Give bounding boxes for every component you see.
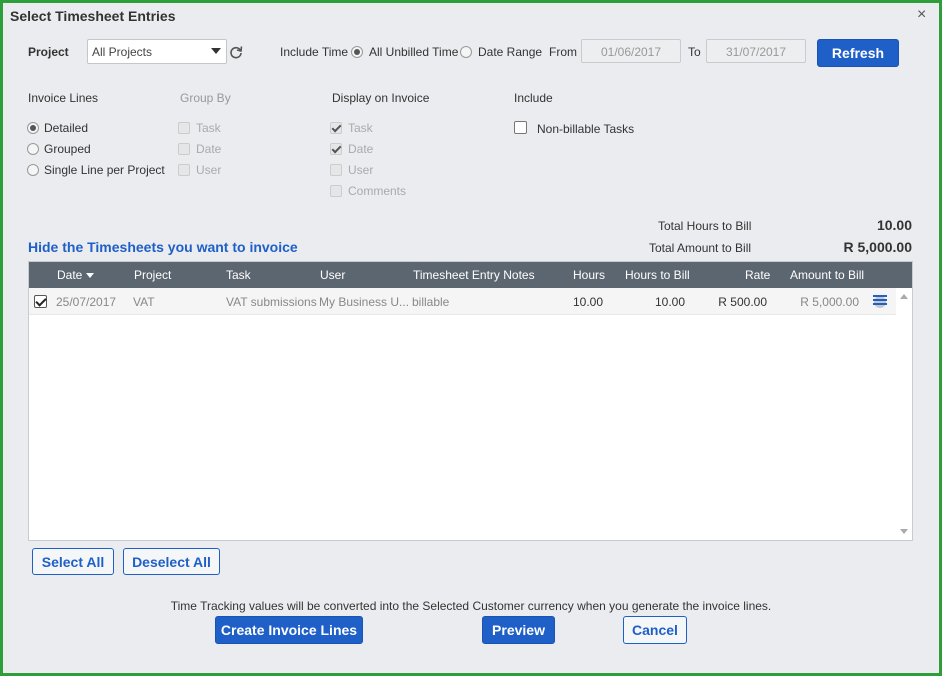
group-by-user-checkbox[interactable] (178, 164, 190, 176)
all-unbilled-radio[interactable] (351, 46, 363, 58)
preview-button[interactable]: Preview (482, 616, 555, 644)
non-billable-checkbox[interactable] (514, 121, 527, 134)
cell-hours: 10.00 (572, 295, 603, 309)
cell-notes: billable (412, 295, 450, 309)
invoice-lines-grouped-label: Grouped (44, 142, 91, 156)
cell-date: 25/07/2017 (56, 295, 117, 309)
column-header-hours-to-bill[interactable]: Hours to Bill (625, 268, 690, 282)
cell-task: VAT submissions (226, 295, 317, 309)
cancel-button[interactable]: Cancel (623, 616, 687, 644)
invoice-lines-single-label: Single Line per Project (44, 163, 165, 177)
column-header-user[interactable]: User (320, 268, 345, 282)
invoice-lines-grouped-radio[interactable] (27, 143, 39, 155)
row-menu-icon[interactable] (872, 293, 888, 309)
all-unbilled-label: All Unbilled Time (369, 45, 459, 59)
chevron-down-icon (211, 48, 221, 54)
deselect-all-button[interactable]: Deselect All (123, 548, 220, 575)
column-header-date[interactable]: Date (57, 268, 95, 282)
group-by-task-label: Task (196, 121, 221, 135)
non-billable-label: Non-billable Tasks (537, 122, 635, 136)
column-header-rate[interactable]: Rate (745, 268, 770, 282)
select-all-button[interactable]: Select All (32, 548, 114, 575)
project-select-value: All Projects (92, 45, 153, 59)
table-header: Date Project Task User Timesheet Entry N… (29, 262, 912, 288)
display-on-invoice-heading: Display on Invoice (332, 91, 430, 105)
invoice-lines-detailed-radio[interactable] (27, 122, 39, 134)
group-by-heading: Group By (180, 91, 231, 105)
include-heading: Include (514, 91, 553, 105)
column-header-date-label: Date (57, 268, 83, 282)
group-by-user-label: User (196, 163, 222, 177)
total-hours-value: 10.00 (876, 217, 912, 233)
display-user-checkbox[interactable] (330, 164, 342, 176)
project-label: Project (28, 45, 69, 59)
to-label: To (688, 45, 701, 59)
row-select-checkbox[interactable] (34, 295, 47, 308)
dialog-title: Select Timesheet Entries (10, 8, 176, 24)
cell-rate: R 500.00 (718, 295, 767, 309)
refresh-projects-icon[interactable] (229, 45, 243, 59)
display-comments-checkbox[interactable] (330, 185, 342, 197)
cell-user: My Business U... (319, 295, 410, 309)
display-task-label: Task (348, 121, 373, 135)
timesheet-table: Date Project Task User Timesheet Entry N… (28, 261, 913, 541)
to-date-input[interactable]: 31/07/2017 (706, 39, 806, 63)
date-range-radio[interactable] (460, 46, 472, 58)
from-date-input[interactable]: 01/06/2017 (581, 39, 681, 63)
total-amount-value: R 5,000.00 (843, 239, 913, 255)
scroll-up-icon[interactable] (900, 294, 908, 299)
from-label: From (549, 45, 577, 59)
group-by-date-label: Date (196, 142, 222, 156)
cell-project: VAT (133, 295, 155, 309)
display-comments-label: Comments (348, 184, 407, 198)
column-header-project[interactable]: Project (134, 268, 171, 282)
display-date-label: Date (348, 142, 374, 156)
invoice-lines-detailed-label: Detailed (44, 121, 89, 135)
section-title: Hide the Timesheets you want to invoice (28, 239, 298, 255)
column-header-task[interactable]: Task (226, 268, 251, 282)
table-row[interactable]: 25/07/2017 VAT VAT submissions My Busine… (29, 288, 896, 315)
cell-hours-to-bill: 10.00 (654, 295, 685, 309)
display-task-checkbox[interactable] (330, 122, 342, 134)
column-header-notes[interactable]: Timesheet Entry Notes (413, 268, 535, 282)
display-user-label: User (348, 163, 374, 177)
display-date-checkbox[interactable] (330, 143, 342, 155)
create-invoice-lines-button[interactable]: Create Invoice Lines (215, 616, 363, 644)
scroll-down-icon[interactable] (900, 529, 908, 534)
currency-note: Time Tracking values will be converted i… (170, 599, 772, 613)
group-by-task-checkbox[interactable] (178, 122, 190, 134)
close-icon[interactable]: × (917, 6, 926, 24)
total-amount-label: Total Amount to Bill (649, 241, 752, 255)
invoice-lines-heading: Invoice Lines (28, 91, 99, 105)
cell-amount: R 5,000.00 (800, 295, 859, 309)
sort-desc-icon (86, 273, 95, 279)
column-header-hours[interactable]: Hours (573, 268, 605, 282)
project-select[interactable]: All Projects (87, 39, 227, 64)
total-hours-label: Total Hours to Bill (658, 219, 752, 233)
refresh-button[interactable]: Refresh (817, 39, 899, 67)
timesheet-dialog: Select Timesheet Entries × Project All P… (3, 3, 939, 673)
group-by-date-checkbox[interactable] (178, 143, 190, 155)
invoice-lines-single-radio[interactable] (27, 164, 39, 176)
table-scrollbar[interactable] (896, 288, 912, 540)
date-range-label: Date Range (478, 45, 543, 59)
include-time-label: Include Time (280, 45, 349, 59)
column-header-amount[interactable]: Amount to Bill (790, 268, 864, 282)
